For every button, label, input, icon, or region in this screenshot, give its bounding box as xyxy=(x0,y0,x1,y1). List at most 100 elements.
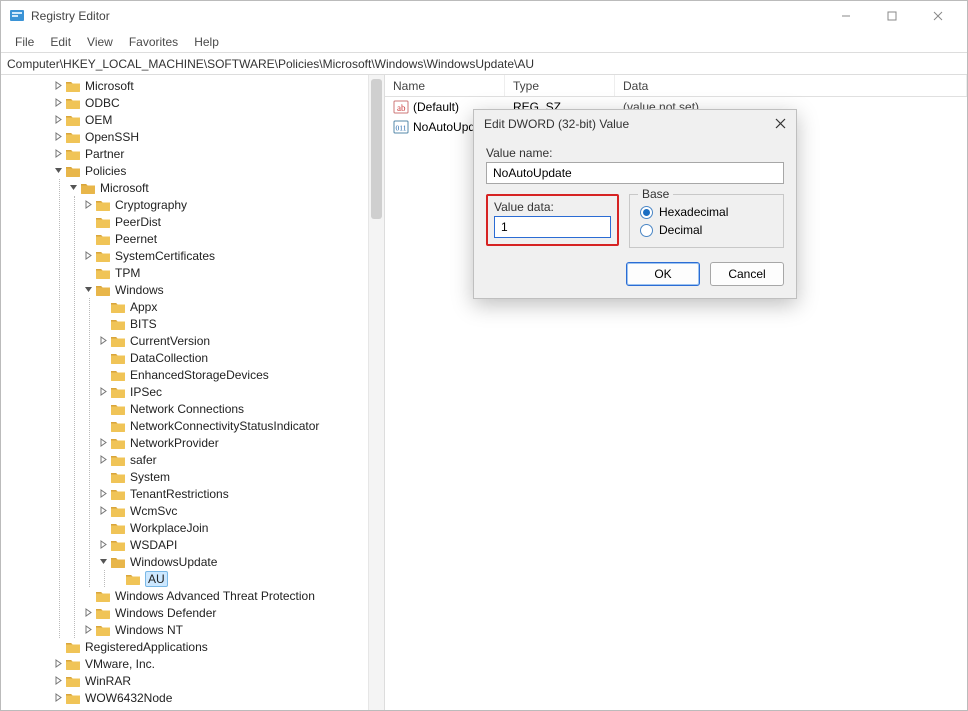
titlebar: Registry Editor xyxy=(1,1,967,31)
menu-view[interactable]: View xyxy=(79,33,121,51)
value-data-highlight: Value data: xyxy=(486,194,619,246)
expander-closed-icon[interactable] xyxy=(51,145,65,162)
value-data-input[interactable] xyxy=(494,216,611,238)
folder-icon xyxy=(110,317,126,331)
tree-node-label: IPSec xyxy=(130,385,162,399)
tree-node[interactable]: Microsoft xyxy=(51,77,384,94)
tree-node[interactable]: Cryptography xyxy=(81,196,384,213)
value-name-input[interactable] xyxy=(486,162,784,184)
tree-node[interactable]: WcmSvc xyxy=(96,502,384,519)
menu-favorites[interactable]: Favorites xyxy=(121,33,186,51)
close-button[interactable] xyxy=(915,1,961,31)
tree-node[interactable]: DataCollection xyxy=(96,349,384,366)
tree-node[interactable]: Windows Defender xyxy=(81,604,384,621)
tree-node[interactable]: WOW6432Node xyxy=(51,689,384,706)
expander-closed-icon[interactable] xyxy=(51,655,65,672)
tree-node[interactable]: OpenSSH xyxy=(51,128,384,145)
expander-open-icon[interactable] xyxy=(96,553,110,570)
tree-node-label: ODBC xyxy=(85,96,120,110)
tree-node[interactable]: safer xyxy=(96,451,384,468)
tree-node[interactable]: Policies xyxy=(51,162,384,179)
radio-hexadecimal[interactable] xyxy=(640,206,653,219)
folder-icon xyxy=(65,79,81,93)
radio-decimal[interactable] xyxy=(640,224,653,237)
expander-closed-icon[interactable] xyxy=(51,672,65,689)
tree-node[interactable]: SystemCertificates xyxy=(81,247,384,264)
tree-node[interactable]: Network Connections xyxy=(96,400,384,417)
tree-node[interactable]: NetworkProvider xyxy=(96,434,384,451)
expander-closed-icon[interactable] xyxy=(51,128,65,145)
menu-edit[interactable]: Edit xyxy=(42,33,79,51)
ok-button[interactable]: OK xyxy=(626,262,700,286)
tree-node[interactable]: ODBC xyxy=(51,94,384,111)
menu-help[interactable]: Help xyxy=(186,33,227,51)
tree-node[interactable]: TenantRestrictions xyxy=(96,485,384,502)
tree-node[interactable]: WindowsUpdate xyxy=(96,553,384,570)
expander-open-icon[interactable] xyxy=(81,281,95,298)
tree-node[interactable]: System xyxy=(96,468,384,485)
tree-node-label: Policies xyxy=(85,164,126,178)
tree-node[interactable]: Windows xyxy=(81,281,384,298)
tree-node[interactable]: Microsoft xyxy=(66,179,384,196)
tree-node[interactable]: VMware, Inc. xyxy=(51,655,384,672)
expander-open-icon[interactable] xyxy=(66,179,80,196)
expander-closed-icon[interactable] xyxy=(51,689,65,706)
tree-node[interactable]: Windows Advanced Threat Protection xyxy=(81,587,384,604)
tree-node[interactable]: OEM xyxy=(51,111,384,128)
tree-node[interactable]: CurrentVersion xyxy=(96,332,384,349)
dialog-close-button[interactable] xyxy=(775,116,786,132)
tree-node[interactable]: RegisteredApplications xyxy=(51,638,384,655)
tree-node[interactable]: IPSec xyxy=(96,383,384,400)
expander-closed-icon[interactable] xyxy=(51,111,65,128)
tree-pane[interactable]: MicrosoftODBCOEMOpenSSHPartnerPoliciesMi… xyxy=(1,75,385,710)
expander-closed-icon[interactable] xyxy=(96,536,110,553)
tree-node[interactable]: Windows NT xyxy=(81,621,384,638)
tree-node[interactable]: PeerDist xyxy=(81,213,384,230)
base-fieldset: Base Hexadecimal Decimal xyxy=(629,194,784,248)
radio-hex-row[interactable]: Hexadecimal xyxy=(640,205,773,219)
dialog-titlebar[interactable]: Edit DWORD (32-bit) Value xyxy=(474,110,796,136)
folder-icon xyxy=(110,436,126,450)
expander-closed-icon[interactable] xyxy=(96,383,110,400)
expander-open-icon[interactable] xyxy=(51,162,65,179)
folder-icon xyxy=(80,181,96,195)
tree-node-label: RegisteredApplications xyxy=(85,640,208,654)
tree-node[interactable]: WorkplaceJoin xyxy=(96,519,384,536)
tree-scrollbar[interactable] xyxy=(368,75,384,710)
expander-closed-icon[interactable] xyxy=(96,502,110,519)
folder-icon xyxy=(65,674,81,688)
address-path: Computer\HKEY_LOCAL_MACHINE\SOFTWARE\Pol… xyxy=(7,57,534,71)
radio-dec-row[interactable]: Decimal xyxy=(640,223,773,237)
expander-closed-icon[interactable] xyxy=(96,434,110,451)
cancel-button[interactable]: Cancel xyxy=(710,262,784,286)
tree-node[interactable]: BITS xyxy=(96,315,384,332)
tree-node[interactable]: EnhancedStorageDevices xyxy=(96,366,384,383)
expander-closed-icon[interactable] xyxy=(81,604,95,621)
tree-node[interactable]: Peernet xyxy=(81,230,384,247)
dialog-title-text: Edit DWORD (32-bit) Value xyxy=(484,117,629,131)
tree-node[interactable]: Appx xyxy=(96,298,384,315)
expander-closed-icon[interactable] xyxy=(81,247,95,264)
tree-node[interactable]: WSDAPI xyxy=(96,536,384,553)
tree-node[interactable]: Partner xyxy=(51,145,384,162)
expander-closed-icon[interactable] xyxy=(96,485,110,502)
tree-node[interactable]: TPM xyxy=(81,264,384,281)
column-name[interactable]: Name xyxy=(385,75,505,96)
expander-closed-icon[interactable] xyxy=(96,332,110,349)
tree-node[interactable]: WinRAR xyxy=(51,672,384,689)
tree-node[interactable]: NetworkConnectivityStatusIndicator xyxy=(96,417,384,434)
maximize-button[interactable] xyxy=(869,1,915,31)
folder-icon xyxy=(110,334,126,348)
minimize-button[interactable] xyxy=(823,1,869,31)
expander-closed-icon[interactable] xyxy=(81,196,95,213)
folder-icon xyxy=(95,198,111,212)
column-data[interactable]: Data xyxy=(615,75,967,96)
column-type[interactable]: Type xyxy=(505,75,615,96)
expander-closed-icon[interactable] xyxy=(51,77,65,94)
expander-closed-icon[interactable] xyxy=(96,451,110,468)
address-bar[interactable]: Computer\HKEY_LOCAL_MACHINE\SOFTWARE\Pol… xyxy=(1,53,967,75)
expander-closed-icon[interactable] xyxy=(81,621,95,638)
expander-closed-icon[interactable] xyxy=(51,94,65,111)
menu-file[interactable]: File xyxy=(7,33,42,51)
tree-node[interactable]: AU xyxy=(111,570,384,587)
